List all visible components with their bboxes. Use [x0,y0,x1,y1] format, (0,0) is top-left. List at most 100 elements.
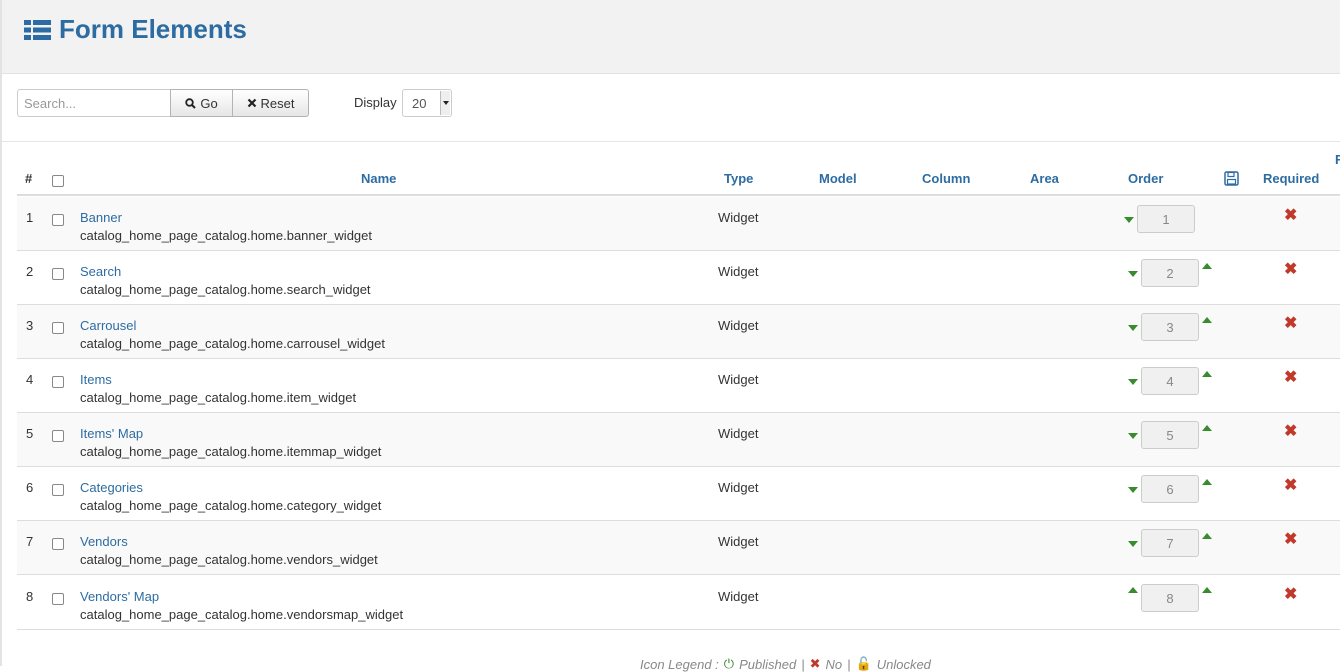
column-header-area[interactable]: Area [1030,171,1059,186]
legend-separator: | [801,656,805,672]
row-checkbox[interactable] [52,268,64,280]
row-checkbox[interactable] [52,322,64,334]
move-up-icon[interactable] [1202,263,1212,269]
table-row: 3 Carrousel catalog_home_page_catalog.ho… [17,305,1340,359]
column-header-order[interactable]: Order [1128,171,1163,186]
element-name-link[interactable]: Banner [80,210,122,225]
icon-legend: Icon Legend : ⏻ Published | ✖ No | 🔓 Unl… [640,656,931,672]
list-icon [24,20,51,40]
move-down-icon[interactable] [1128,541,1138,547]
required-no-icon[interactable]: ✖ [1284,424,1297,440]
move-down-icon[interactable] [1124,217,1134,223]
element-type: Widget [718,534,759,549]
legend-prefix: Icon Legend : [640,656,719,672]
order-input[interactable]: 8 [1141,584,1199,612]
reset-button[interactable]: Reset [233,89,309,117]
element-key: catalog_home_page_catalog.home.category_… [80,498,382,513]
element-name-link[interactable]: Vendors' Map [80,589,159,604]
left-border [0,0,2,666]
move-down-icon[interactable] [1128,487,1138,493]
row-checkbox[interactable] [52,376,64,388]
move-up-icon[interactable] [1202,425,1212,431]
move-down-icon[interactable] [1128,379,1138,385]
search-icon [185,97,197,109]
order-input[interactable]: 3 [1141,313,1199,341]
required-no-icon[interactable]: ✖ [1284,587,1297,603]
column-header-model[interactable]: Model [819,171,857,186]
search-input[interactable] [17,89,170,117]
element-key: catalog_home_page_catalog.home.vendors_w… [80,552,378,567]
element-type: Widget [718,318,759,333]
legend-unlocked: Unlocked [876,656,931,672]
row-index: 4 [26,372,34,387]
element-type: Widget [718,372,759,387]
row-checkbox[interactable] [52,214,64,226]
required-no-icon[interactable]: ✖ [1284,208,1297,224]
unlock-icon: 🔓 [855,656,872,671]
element-type: Widget [718,264,759,279]
go-label: Go [200,95,218,111]
required-no-icon[interactable]: ✖ [1284,532,1297,548]
move-down-icon[interactable] [1128,433,1138,439]
divider [2,141,1340,142]
filter-toolbar: Go Reset [17,89,309,117]
element-name-link[interactable]: Carrousel [80,318,136,333]
table-row: 8 Vendors' Map catalog_home_page_catalog… [17,576,1340,630]
page-header: Form Elements [2,0,1340,74]
order-input[interactable]: 7 [1141,529,1199,557]
move-up-icon[interactable] [1202,479,1212,485]
legend-no: No [825,656,843,672]
power-icon: ⏻ [723,656,735,671]
move-up-icon[interactable] [1202,317,1212,323]
table-row: 4 Items catalog_home_page_catalog.home.i… [17,359,1340,413]
row-index: 8 [26,589,34,604]
save-order-icon[interactable] [1224,171,1239,186]
go-button[interactable]: Go [170,89,233,117]
element-key: catalog_home_page_catalog.home.carrousel… [80,336,385,351]
move-up-icon[interactable] [1202,533,1212,539]
close-icon: ✖ [809,656,821,671]
required-no-icon[interactable]: ✖ [1284,478,1297,494]
select-all-checkbox[interactable] [52,175,64,187]
reset-label: Reset [260,95,295,111]
row-checkbox[interactable] [52,430,64,442]
element-name-link[interactable]: Items [80,372,112,387]
required-no-icon[interactable]: ✖ [1284,316,1297,332]
row-index: 3 [26,318,34,333]
column-header-type[interactable]: Type [724,171,753,186]
column-header-column[interactable]: Column [922,171,970,186]
chevron-down-icon [440,91,450,115]
element-type: Widget [718,426,759,441]
display-select[interactable]: 20 [402,89,452,117]
row-index: 7 [26,534,34,549]
move-up-icon[interactable] [1202,371,1212,377]
element-name-link[interactable]: Categories [80,480,143,495]
column-header-number: # [25,171,33,186]
element-name-link[interactable]: Search [80,264,121,279]
column-header-name[interactable]: Name [361,171,396,186]
column-header-truncated[interactable]: F [1335,152,1340,167]
required-no-icon[interactable]: ✖ [1284,370,1297,386]
order-input[interactable]: 6 [1141,475,1199,503]
row-index: 2 [26,264,34,279]
element-type: Widget [718,210,759,225]
move-down-icon[interactable] [1128,325,1138,331]
order-input[interactable]: 1 [1137,205,1195,233]
row-checkbox[interactable] [52,593,64,605]
element-type: Widget [718,480,759,495]
row-checkbox[interactable] [52,538,64,550]
element-key: catalog_home_page_catalog.home.search_wi… [80,282,371,297]
row-checkbox[interactable] [52,484,64,496]
table-row: 7 Vendors catalog_home_page_catalog.home… [17,521,1340,575]
display-label: Display [354,95,397,110]
column-header-required[interactable]: Required [1263,171,1319,186]
element-name-link[interactable]: Vendors [80,534,128,549]
move-up-icon[interactable] [1128,587,1138,593]
order-input[interactable]: 4 [1141,367,1199,395]
order-input[interactable]: 2 [1141,259,1199,287]
move-up-icon[interactable] [1202,587,1212,593]
move-down-icon[interactable] [1128,271,1138,277]
order-input[interactable]: 5 [1141,421,1199,449]
required-no-icon[interactable]: ✖ [1284,262,1297,278]
element-name-link[interactable]: Items' Map [80,426,143,441]
